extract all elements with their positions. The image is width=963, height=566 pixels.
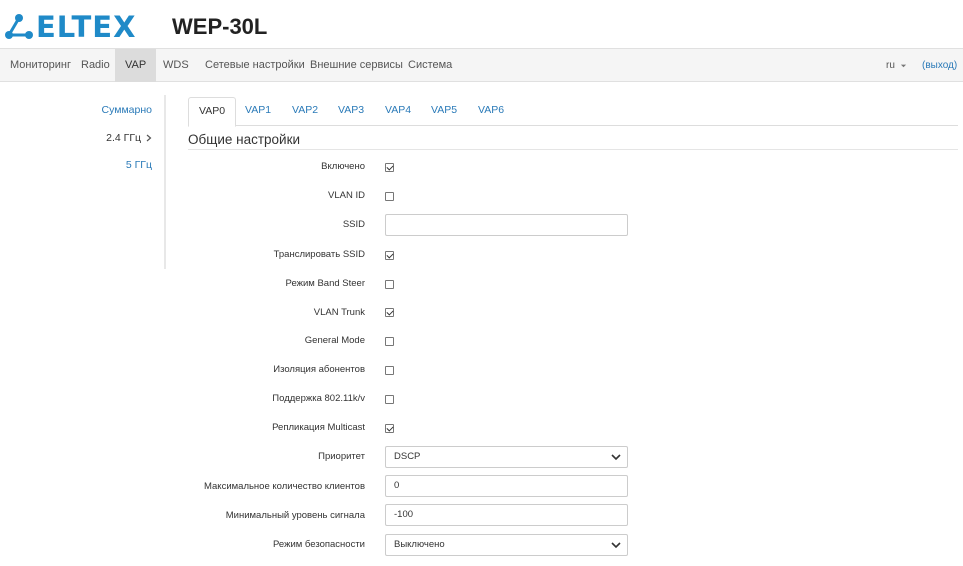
tab-vap0[interactable]: VAP0 — [188, 97, 237, 127]
security-mode-select-value: Выключено — [394, 539, 445, 550]
tab-vap5[interactable]: VAP5 — [421, 97, 467, 126]
ssid-input[interactable] — [385, 214, 628, 236]
nav-item-radio[interactable]: Radio — [71, 49, 120, 82]
station-isolation-label: Изоляция абонентов — [273, 364, 365, 375]
priority-label: Приоритет — [318, 451, 365, 462]
sidebar-item-label: 2.4 ГГц — [106, 132, 142, 144]
chevron-down-icon — [611, 542, 621, 549]
security-mode-label: Режим безопасности — [273, 539, 365, 550]
tab-vap2[interactable]: VAP2 — [282, 97, 328, 126]
vlan-trunk-label: VLAN Trunk — [313, 307, 365, 318]
enabled-checkbox[interactable] — [385, 163, 394, 172]
vlan-id-label: VLAN ID — [328, 190, 365, 201]
sidebar-item-summary[interactable]: Суммарно — [102, 104, 152, 116]
tab-vap6[interactable]: VAP6 — [468, 97, 514, 126]
eltex-logo[interactable]: ELTEX — [4, 12, 136, 42]
tab-vap1[interactable]: VAP1 — [235, 97, 281, 126]
sidebar-item-5ghz[interactable]: 5 ГГц — [126, 159, 152, 171]
nav-item-monitoring[interactable]: Мониторинг — [0, 49, 81, 82]
vap-tabs: VAP0 VAP1 VAP2 VAP3 VAP4 VAP5 VAP6 — [188, 97, 958, 127]
multicast-replication-checkbox[interactable] — [385, 424, 394, 433]
nav-item-wds[interactable]: WDS — [153, 49, 199, 82]
priority-select-value: DSCP — [394, 451, 421, 462]
logo-mark-icon — [5, 14, 33, 39]
general-mode-label: General Mode — [304, 335, 365, 346]
caret-down-icon — [900, 64, 906, 68]
section-divider — [188, 149, 958, 150]
band-steer-label: Режим Band Steer — [285, 278, 365, 289]
header: ELTEX WEP-30L — [0, 0, 963, 48]
support-80211kv-label: Поддержка 802.11k/v — [272, 393, 365, 404]
section-title: Общие настройки — [188, 132, 301, 147]
nav-item-external-services[interactable]: Внешние сервисы — [300, 49, 413, 82]
min-signal-label: Минимальный уровень сигнала — [225, 510, 365, 521]
broadcast-ssid-checkbox[interactable] — [385, 251, 394, 260]
chevron-down-icon — [611, 454, 621, 461]
vlan-trunk-checkbox[interactable] — [385, 308, 394, 317]
min-signal-input[interactable]: -100 — [385, 504, 628, 526]
nav-item-system[interactable]: Система — [398, 49, 462, 82]
band-steer-checkbox[interactable] — [385, 280, 394, 289]
max-clients-label: Максимальное количество клиентов — [204, 481, 365, 492]
multicast-replication-label: Репликация Multicast — [272, 422, 365, 433]
language-selector[interactable]: ru — [886, 49, 907, 82]
device-model-title: WEP-30L — [172, 14, 268, 39]
security-mode-select[interactable]: Выключено — [385, 534, 628, 556]
tab-vap4[interactable]: VAP4 — [375, 97, 421, 126]
chevron-right-icon — [146, 134, 152, 142]
tab-vap3[interactable]: VAP3 — [328, 97, 374, 126]
nav-item-network-settings[interactable]: Сетевые настройки — [195, 49, 315, 82]
max-clients-input[interactable]: 0 — [385, 475, 628, 497]
logo-text: ELTEX — [36, 10, 137, 44]
language-value: ru — [886, 60, 895, 71]
main-navigation: Мониторинг Radio VAP WDS Сетевые настрой… — [0, 48, 963, 82]
priority-select[interactable]: DSCP — [385, 446, 628, 468]
vlan-id-checkbox[interactable] — [385, 192, 394, 201]
support-80211kv-checkbox[interactable] — [385, 395, 394, 404]
sidebar-item-24ghz[interactable]: 2.4 ГГц — [106, 132, 152, 144]
broadcast-ssid-label: Транслировать SSID — [273, 249, 365, 260]
enabled-label: Включено — [321, 161, 365, 172]
station-isolation-checkbox[interactable] — [385, 366, 394, 375]
logout-link[interactable]: (выход) — [922, 49, 957, 82]
sidebar: Суммарно 2.4 ГГц 5 ГГц — [0, 95, 166, 269]
nav-item-vap[interactable]: VAP — [115, 49, 157, 82]
general-mode-checkbox[interactable] — [385, 337, 394, 346]
ssid-label: SSID — [342, 219, 365, 230]
